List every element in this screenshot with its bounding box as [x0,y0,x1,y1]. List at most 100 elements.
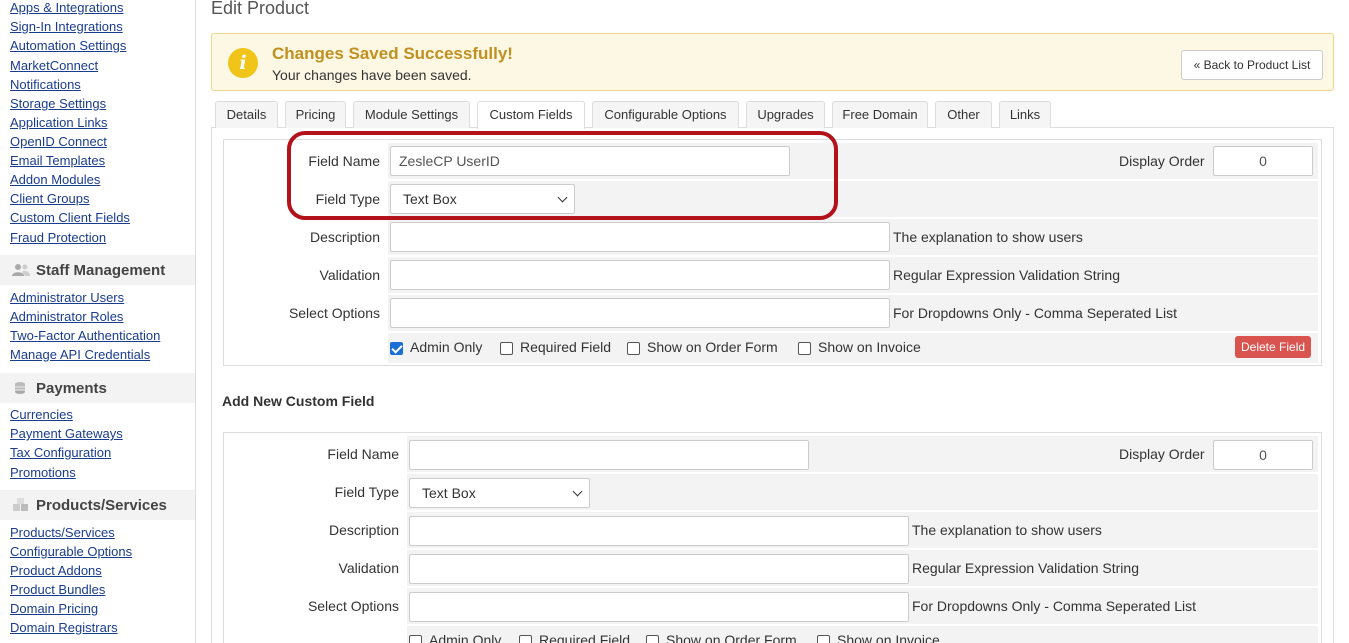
sidebar-link-promotions[interactable]: Promotions [10,464,76,481]
sidebar-link-custom-client-fields[interactable]: Custom Client Fields [10,209,130,226]
show-on-invoice-label: Show on Invoice [818,339,921,355]
tab-free-domain[interactable]: Free Domain [832,101,928,128]
new-description-hint: The explanation to show users [912,522,1102,538]
admin-only-checkbox[interactable] [390,342,403,355]
alert-text: Your changes have been saved. [272,67,472,83]
tab-links[interactable]: Links [999,101,1051,128]
select-options-label: Select Options [227,295,388,331]
new-show-on-order-form-label: Show on Order Form [666,632,797,643]
description-label: Description [227,219,388,255]
sidebar-link-addon-modules[interactable]: Addon Modules [10,171,100,188]
show-on-order-form-checkbox[interactable] [627,342,640,355]
field-type-select[interactable]: Text Box [390,184,575,214]
sidebar-link-product-bundles[interactable]: Product Bundles [10,581,105,598]
tab-configurable-options[interactable]: Configurable Options [592,101,739,128]
description-input[interactable] [390,222,890,252]
sidebar-link-client-groups[interactable]: Client Groups [10,190,89,207]
page-title: Edit Product [211,0,310,18]
sidebar-link-administrator-roles[interactable]: Administrator Roles [10,308,123,325]
sidebar-link-marketconnect[interactable]: MarketConnect [10,57,98,74]
info-icon: i [228,48,258,78]
sidebar-link-administrator-users[interactable]: Administrator Users [10,289,124,306]
new-show-on-order-form-checkbox[interactable] [646,635,659,643]
coins-icon [12,381,30,395]
new-display-order-label: Display Order [1119,446,1205,462]
show-on-invoice-checkbox[interactable] [798,342,811,355]
sidebar-link-configurable-options[interactable]: Configurable Options [10,543,132,560]
sidebar-link-payment-gateways[interactable]: Payment Gateways [10,425,123,442]
new-field-name-label: Field Name [227,436,407,472]
tab-upgrades[interactable]: Upgrades [746,101,825,128]
sidebar-link-email-templates[interactable]: Email Templates [10,152,105,169]
sidebar-heading-label: Staff Management [36,261,166,279]
new-select-options-hint: For Dropdowns Only - Comma Seperated Lis… [912,598,1196,614]
sidebar-link-fraud-protection[interactable]: Fraud Protection [10,229,106,246]
description-hint: The explanation to show users [893,229,1083,245]
select-options-hint: For Dropdowns Only - Comma Seperated Lis… [893,305,1177,321]
display-order-label: Display Order [1119,153,1205,169]
new-admin-only-checkbox[interactable] [409,635,422,643]
field-name-label: Field Name [227,143,388,179]
new-validation-label: Validation [227,550,407,586]
sidebar-heading-payments: Payments [0,373,195,403]
new-field-name-input[interactable] [409,440,809,470]
sidebar-link-application-links[interactable]: Application Links [10,114,108,131]
back-to-product-list-button[interactable]: « Back to Product List [1181,50,1323,80]
sidebar-heading-label: Products/Services [36,496,167,514]
delete-field-button[interactable]: Delete Field [1235,336,1312,358]
add-new-custom-field-heading: Add New Custom Field [222,393,375,409]
new-display-order-input[interactable]: 0 [1213,440,1313,470]
sidebar-heading-products-services: Products/Services [0,490,195,520]
sidebar-link-domain-registrars[interactable]: Domain Registrars [10,619,118,636]
chevron-down-icon [572,486,583,497]
show-on-order-form-label: Show on Order Form [647,339,778,355]
chevron-down-icon [557,192,568,203]
new-validation-hint: Regular Expression Validation String [912,560,1139,576]
new-description-input[interactable] [409,516,909,546]
sidebar-link-sign-in-integrations[interactable]: Sign-In Integrations [10,18,123,35]
sidebar-link-currencies[interactable]: Currencies [10,406,73,423]
sidebar-link-apps-integrations[interactable]: Apps & Integrations [10,0,123,16]
new-field-type-selected: Text Box [422,485,476,501]
admin-only-label: Admin Only [410,339,483,355]
sidebar-link-product-addons[interactable]: Product Addons [10,562,102,579]
required-field-label: Required Field [520,339,612,355]
field-type-label: Field Type [227,181,388,217]
tab-pricing[interactable]: Pricing [285,101,346,128]
validation-hint: Regular Expression Validation String [893,267,1120,283]
users-icon [12,263,30,277]
sidebar-link-two-factor-authentication[interactable]: Two-Factor Authentication [10,327,160,344]
sidebar-link-openid-connect[interactable]: OpenID Connect [10,133,107,150]
success-alert: i Changes Saved Successfully! Your chang… [211,33,1334,91]
new-admin-only-label: Admin Only [429,632,502,643]
new-required-field-label: Required Field [539,632,631,643]
new-show-on-invoice-checkbox[interactable] [817,635,830,643]
sidebar-link-automation-settings[interactable]: Automation Settings [10,37,126,54]
sidebar-link-tax-configuration[interactable]: Tax Configuration [10,444,111,461]
sidebar-link-storage-settings[interactable]: Storage Settings [10,95,106,112]
sidebar-link-products-services[interactable]: Products/Services [10,524,115,541]
display-order-input[interactable]: 0 [1213,146,1313,176]
field-type-selected: Text Box [403,191,457,207]
new-field-type-select[interactable]: Text Box [409,478,590,508]
new-show-on-invoice-label: Show on Invoice [837,632,940,643]
validation-input[interactable] [390,260,890,290]
tab-other[interactable]: Other [935,101,992,128]
tab-custom-fields[interactable]: Custom Fields [477,101,585,129]
new-select-options-input[interactable] [409,592,909,622]
sidebar-link-domain-pricing[interactable]: Domain Pricing [10,600,98,617]
sidebar-link-notifications[interactable]: Notifications [10,76,81,93]
new-required-field-checkbox[interactable] [519,635,532,643]
required-field-checkbox[interactable] [500,342,513,355]
select-options-input[interactable] [390,298,890,328]
validation-label: Validation [227,257,388,293]
new-description-label: Description [227,512,407,548]
new-validation-input[interactable] [409,554,909,584]
tab-module-settings[interactable]: Module Settings [353,101,470,128]
sidebar-heading-label: Payments [36,379,107,397]
sidebar-heading-staff-management: Staff Management [0,255,195,285]
sidebar-link-manage-api-credentials[interactable]: Manage API Credentials [10,346,150,363]
field-name-input[interactable]: ZesleCP UserID [390,146,790,176]
tab-details[interactable]: Details [215,101,278,128]
cubes-icon [12,498,30,512]
